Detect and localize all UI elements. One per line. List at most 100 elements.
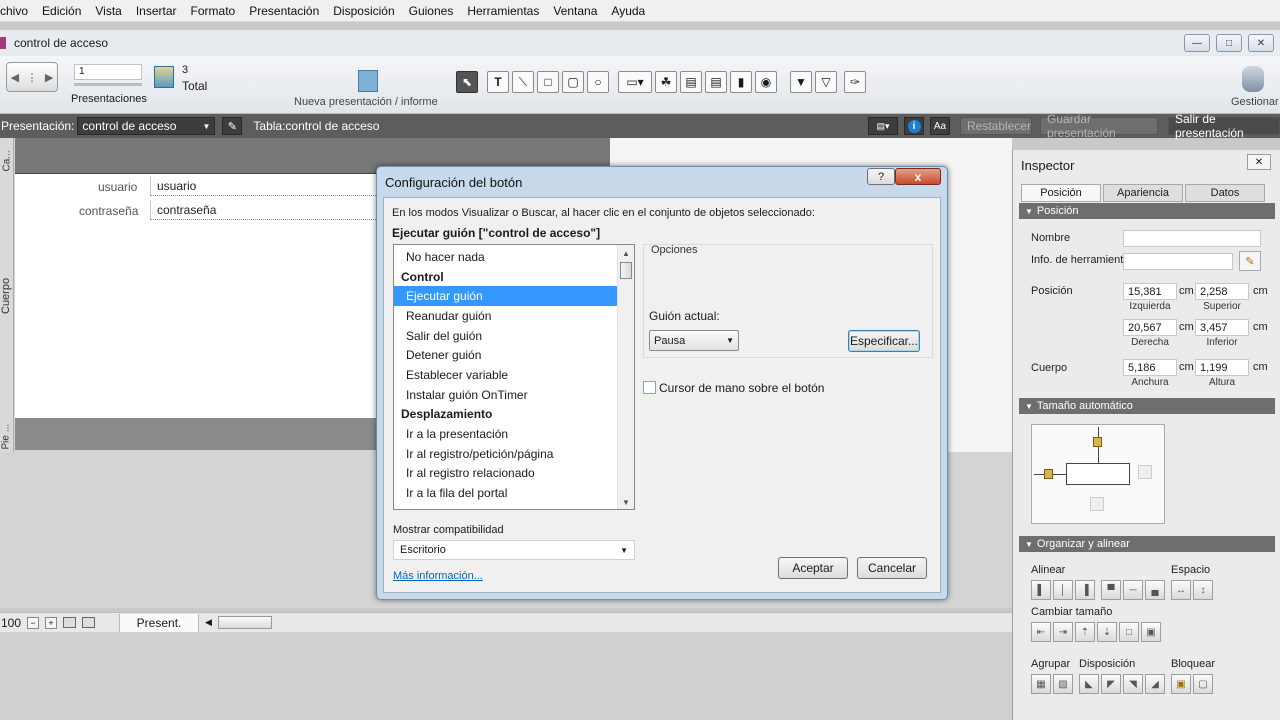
presentation-select[interactable]: control de acceso ▼ (77, 117, 216, 135)
align-center-icon[interactable]: │ (1053, 580, 1073, 600)
part-label-header[interactable]: Ca... (2, 140, 13, 171)
align-bottom-icon[interactable]: ▄ (1145, 580, 1165, 600)
format-painter-icon[interactable]: ✑ (844, 71, 866, 93)
manage-database-icon[interactable] (1242, 66, 1264, 92)
record-slider[interactable] (74, 83, 142, 86)
resize-smallest-width-icon[interactable]: ⇤ (1031, 622, 1051, 642)
menu-disposicion[interactable]: Disposición (326, 4, 401, 18)
section-autosize[interactable]: ▼ Tamaño automático (1019, 398, 1275, 414)
record-number-input[interactable]: 1 (74, 64, 142, 80)
text-tool-icon[interactable]: T (487, 71, 509, 93)
part-label-footer[interactable]: Pie ... (1, 418, 12, 450)
menu-guiones[interactable]: Guiones (402, 4, 461, 18)
list-item[interactable]: Ir al registro/petición/página (394, 444, 618, 464)
scroll-left-icon[interactable]: ◀ (205, 617, 212, 628)
align-right-icon[interactable]: ▐ (1075, 580, 1095, 600)
tooltip-edit-icon[interactable]: ✎ (1239, 251, 1261, 271)
unlock-icon[interactable]: ▢ (1193, 674, 1213, 694)
font-size-button[interactable]: Aa (930, 117, 950, 135)
field-label-usuario[interactable]: usuario (98, 180, 137, 194)
portal-tool-icon[interactable]: ▤ (705, 71, 727, 93)
new-layout-button[interactable]: Nueva presentación / informe (294, 96, 438, 108)
button-tool-icon[interactable]: ☘ (655, 71, 677, 93)
menu-herramientas[interactable]: Herramientas (460, 4, 546, 18)
status-area-icon[interactable] (63, 617, 77, 628)
menu-presentacion[interactable]: Presentación (242, 4, 326, 18)
manage-button[interactable]: Gestionar (1231, 96, 1279, 108)
compat-select[interactable]: Escritorio ▼ (393, 540, 635, 560)
lock-icon[interactable] (1093, 437, 1102, 447)
top-field[interactable]: 2,258 (1195, 283, 1249, 300)
list-item[interactable]: Ir al registro relacionado (394, 464, 618, 484)
list-item[interactable]: Reanudar guión (394, 306, 618, 326)
minimize-icon[interactable]: — (1184, 34, 1210, 52)
section-arrange[interactable]: ▼ Organizar y alinear (1019, 536, 1275, 552)
zoom-out-icon[interactable]: − (27, 616, 40, 629)
edit-layout-icon[interactable]: ✎ (222, 117, 243, 135)
bring-to-front-icon[interactable]: ◣ (1079, 674, 1099, 694)
more-info-link[interactable]: Más información... (393, 570, 483, 582)
record-navigator[interactable]: ◀ ⋮ ▶ (6, 62, 58, 92)
current-script-select[interactable]: Pausa ▼ (649, 330, 739, 351)
hand-cursor-label[interactable]: Cursor de mano sobre el botón (659, 381, 824, 395)
field-picker-icon[interactable]: ▼ (790, 71, 812, 93)
menu-ventana[interactable]: Ventana (546, 4, 604, 18)
section-position[interactable]: ▼ Posición (1019, 203, 1275, 219)
part-label-body[interactable]: Cuerpo (0, 270, 12, 314)
line-tool-icon[interactable]: ⟍ (512, 71, 534, 93)
menu-insertar[interactable]: Insertar (129, 4, 184, 18)
help-button[interactable]: ? (867, 168, 895, 185)
send-backward-icon[interactable]: ◥ (1123, 674, 1143, 694)
view-as-icon[interactable]: ▤▾ (868, 117, 898, 135)
list-item[interactable]: Salir del guión (394, 326, 618, 346)
list-item[interactable]: No hacer nada (394, 247, 618, 267)
field-contrasena[interactable]: contraseña (150, 200, 380, 220)
tooltip-field[interactable] (1123, 253, 1233, 270)
space-vertical-icon[interactable]: ↕ (1193, 580, 1213, 600)
action-list-scrollbar[interactable]: ▲ ▼ (617, 245, 634, 509)
right-field[interactable]: 20,567 (1123, 319, 1177, 336)
list-item-selected[interactable]: Ejecutar guión (394, 286, 618, 307)
resize-smallest-height-icon[interactable]: ⇡ (1075, 622, 1095, 642)
hand-cursor-checkbox[interactable] (643, 381, 656, 394)
oval-tool-icon[interactable]: ○ (587, 71, 609, 93)
height-field[interactable]: 1,199 (1195, 359, 1249, 376)
align-left-icon[interactable]: ▌ (1031, 580, 1051, 600)
part-tool-icon[interactable]: ▽ (815, 71, 837, 93)
info-icon[interactable]: i (904, 117, 924, 135)
align-middle-icon[interactable]: ─ (1123, 580, 1143, 600)
menu-vista[interactable]: Vista (88, 4, 128, 18)
space-horizontal-icon[interactable]: ↔ (1171, 580, 1191, 600)
name-field[interactable] (1123, 230, 1261, 247)
dialog-close-button[interactable]: x (895, 168, 941, 185)
unlock-icon[interactable] (1090, 497, 1104, 511)
resize-largest-height-icon[interactable]: ⇣ (1097, 622, 1117, 642)
align-top-icon[interactable]: ▀ (1101, 580, 1121, 600)
resize-largest-width-icon[interactable]: ⇥ (1053, 622, 1073, 642)
restore-icon[interactable]: □ (1216, 34, 1242, 52)
chart-tool-icon[interactable]: ▮ (730, 71, 752, 93)
save-layout-button[interactable]: Guardar presentación (1040, 112, 1158, 140)
field-usuario[interactable]: usuario (150, 176, 380, 196)
bottom-field[interactable]: 3,457 (1195, 319, 1249, 336)
rectangle-tool-icon[interactable]: □ (537, 71, 559, 93)
field-label-contrasena[interactable]: contraseña (79, 204, 138, 218)
zoom-in-icon[interactable]: + (45, 616, 58, 629)
horizontal-scrollbar[interactable] (217, 616, 272, 629)
web-viewer-tool-icon[interactable]: ◉ (755, 71, 777, 93)
menu-archivo[interactable]: chivo (0, 4, 35, 18)
left-field[interactable]: 15,381 (1123, 283, 1177, 300)
close-icon[interactable]: ✕ (1248, 34, 1274, 52)
lock-icon[interactable]: ▣ (1171, 674, 1191, 694)
menu-formato[interactable]: Formato (184, 4, 243, 18)
tab-data[interactable]: Datos (1185, 184, 1265, 202)
unlock-icon[interactable] (1138, 465, 1152, 479)
scroll-up-icon[interactable]: ▲ (618, 245, 634, 261)
tab-control-tool-icon[interactable]: ▤ (680, 71, 702, 93)
previous-icon[interactable]: ◀ (11, 71, 19, 84)
list-item[interactable]: Ir a la presentación (394, 424, 618, 444)
ok-button[interactable]: Aceptar (778, 557, 848, 579)
rounded-rectangle-tool-icon[interactable]: ▢ (562, 71, 584, 93)
list-item[interactable]: Detener guión (394, 345, 618, 365)
scroll-thumb[interactable] (620, 262, 632, 279)
